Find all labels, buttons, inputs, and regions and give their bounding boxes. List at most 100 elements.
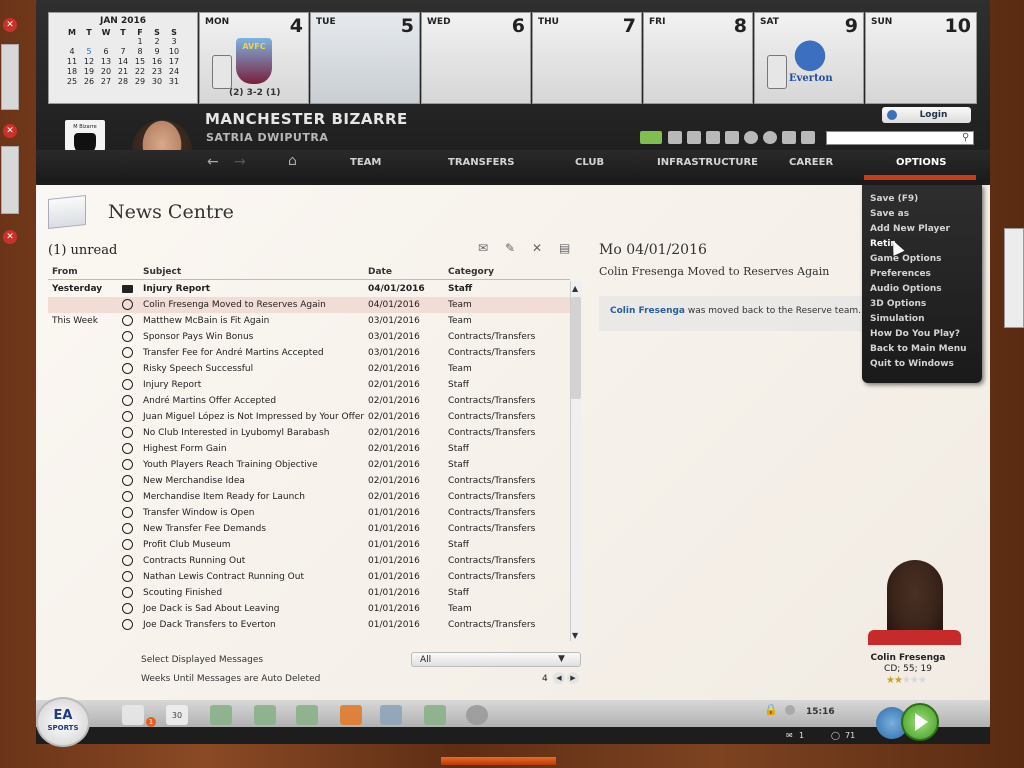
delete-message-icon[interactable]: ✕ xyxy=(532,241,548,255)
side-scrollbar[interactable] xyxy=(1,146,19,214)
calendar-day[interactable]: 29 xyxy=(132,77,149,87)
calendar-day[interactable]: 7 xyxy=(115,47,132,57)
home-icon[interactable]: ⌂ xyxy=(288,153,297,169)
table-row[interactable]: Nathan Lewis Contract Running Out 01/01/2… xyxy=(48,569,570,585)
hand-icon[interactable] xyxy=(782,131,796,144)
calendar-day[interactable] xyxy=(81,37,98,47)
calendar-grid[interactable]: M T W T F S S 1 2 3 4 5 6 7 8 9 10 11 12 13 14 15 16 17 1… xyxy=(64,28,183,87)
calendar-day[interactable]: 22 xyxy=(132,67,149,77)
settings-icon[interactable] xyxy=(785,705,795,715)
options-menu-item[interactable]: Add New Player xyxy=(870,224,950,234)
calendar-day[interactable]: 15 xyxy=(132,57,149,67)
back-arrow-icon[interactable]: ← xyxy=(207,154,219,170)
calendar-day[interactable]: 1 xyxy=(132,37,149,47)
options-menu-item[interactable]: Save as xyxy=(870,209,909,219)
training-icon[interactable] xyxy=(296,705,318,725)
day-cell-wed[interactable]: WED 6 xyxy=(421,12,531,104)
scroll-down-icon[interactable]: ▼ xyxy=(572,631,578,640)
globe-icon[interactable] xyxy=(763,131,777,144)
calendar-day[interactable]: 26 xyxy=(81,77,98,87)
calendar-day[interactable]: 6 xyxy=(98,47,115,57)
table-row[interactable]: Risky Speech Successful 02/01/2016 Team xyxy=(48,361,570,377)
player-name[interactable]: Colin Fresenga xyxy=(864,653,952,663)
calendar-day[interactable]: 14 xyxy=(115,57,132,67)
calendar-day[interactable]: 18 xyxy=(64,67,81,77)
calendar-day[interactable]: 28 xyxy=(115,77,132,87)
calendar-day[interactable]: 10 xyxy=(166,47,183,57)
refresh-icon[interactable] xyxy=(744,131,758,144)
options-menu-item[interactable]: Save (F9) xyxy=(870,194,918,204)
inbox-icon[interactable] xyxy=(122,705,144,725)
options-menu-item[interactable]: 3D Options xyxy=(870,299,926,309)
calendar-day[interactable] xyxy=(115,37,132,47)
message-filter-select[interactable]: All xyxy=(411,652,581,667)
calendar-weeks[interactable]: 1 2 3 4 5 6 7 8 9 10 11 12 13 14 15 16 17 18 19 20 21 22 23 24 2… xyxy=(64,37,183,87)
calendar-day[interactable] xyxy=(98,37,115,47)
table-row[interactable]: No Club Interested in Lyubomyl Barabash 0… xyxy=(48,425,570,441)
column-header-date[interactable]: Date xyxy=(368,267,392,277)
calendar-day[interactable]: 8 xyxy=(132,47,149,57)
table-row[interactable]: Transfer Window is Open 01/01/2016 Contrac… xyxy=(48,505,570,521)
table-row[interactable]: Joe Dack Transfers to Everton 01/01/2016 C… xyxy=(48,617,570,633)
search-input[interactable] xyxy=(826,131,974,145)
table-row[interactable]: Youth Players Reach Training Objective 02… xyxy=(48,457,570,473)
chevron-down-icon[interactable]: ▼ xyxy=(558,654,565,664)
clipboard-icon[interactable] xyxy=(801,131,815,144)
calendar-day[interactable]: 4 xyxy=(64,47,81,57)
calendar-day[interactable]: 11 xyxy=(64,57,81,67)
flag-icon[interactable] xyxy=(380,705,402,725)
day-cell-sat[interactable]: SAT 9 Everton xyxy=(754,12,864,104)
options-menu-item[interactable]: Quit to Windows xyxy=(870,359,954,369)
bar-chart-icon[interactable] xyxy=(706,131,720,144)
nav-infrastructure[interactable]: INFRASTRUCTURE xyxy=(657,157,758,168)
column-header-category[interactable]: Category xyxy=(448,267,494,277)
table-row[interactable]: Injury Report 02/01/2016 Staff xyxy=(48,377,570,393)
table-row[interactable]: Yesterday Injury Report 04/01/2016 Staff xyxy=(48,281,570,297)
table-row[interactable]: New Transfer Fee Demands 01/01/2016 Contra… xyxy=(48,521,570,537)
money-icon[interactable] xyxy=(210,705,232,725)
monitor-icon[interactable] xyxy=(687,131,701,144)
calendar-day[interactable]: 27 xyxy=(98,77,115,87)
scrollbar-thumb[interactable] xyxy=(571,297,581,399)
calendar-day[interactable]: 12 xyxy=(81,57,98,67)
calendar-day[interactable]: 20 xyxy=(98,67,115,77)
nav-team[interactable]: TEAM xyxy=(350,157,381,168)
nav-career[interactable]: CAREER xyxy=(789,157,833,168)
day-cell-fri[interactable]: FRI 8 xyxy=(643,12,753,104)
close-icon[interactable]: ✕ xyxy=(3,18,17,32)
options-menu-item[interactable]: Preferences xyxy=(870,269,931,279)
table-row[interactable]: Colin Fresenga Moved to Reserves Again 04… xyxy=(48,297,570,313)
calendar-day[interactable]: 31 xyxy=(166,77,183,87)
battery-icon[interactable] xyxy=(640,131,662,144)
calendar-day[interactable]: 19 xyxy=(81,67,98,77)
close-icon[interactable]: ✕ xyxy=(3,124,17,138)
magnifier-icon[interactable] xyxy=(466,705,488,725)
calendar-day[interactable] xyxy=(64,37,81,47)
table-row[interactable]: Joe Dack is Sad About Leaving 01/01/2016 T… xyxy=(48,601,570,617)
player-link[interactable]: Colin Fresenga xyxy=(610,306,685,316)
match-result[interactable]: (2) 3-2 (1) xyxy=(229,88,281,98)
cone-icon[interactable] xyxy=(340,705,362,725)
nav-club[interactable]: CLUB xyxy=(575,157,604,168)
table-row[interactable]: Merchandise Item Ready for Launch 02/01/2… xyxy=(48,489,570,505)
options-menu-item[interactable]: Back to Main Menu xyxy=(870,344,967,354)
table-row[interactable]: Scouting Finished 01/01/2016 Staff xyxy=(48,585,570,601)
trend-icon[interactable] xyxy=(424,705,446,725)
nav-options[interactable]: OPTIONS xyxy=(896,157,946,168)
calendar-day[interactable]: 13 xyxy=(98,57,115,67)
calendar-day[interactable]: 9 xyxy=(149,47,166,57)
options-menu-item[interactable]: Audio Options xyxy=(870,284,942,294)
day-cell-sun[interactable]: SUN 10 xyxy=(865,12,977,104)
calendar-day[interactable]: 23 xyxy=(149,67,166,77)
table-row[interactable]: Juan Miguel López is Not Impressed by Yo… xyxy=(48,409,570,425)
options-menu-item[interactable]: Game Options xyxy=(870,254,942,264)
search-icon[interactable]: ⚲ xyxy=(962,132,969,143)
calendar-day[interactable]: 25 xyxy=(64,77,81,87)
mini-calendar[interactable]: JAN 2016 M T W T F S S 1 2 3 4 5 6 7 8 9 10 11 12 13… xyxy=(48,12,198,104)
calendar-icon[interactable]: 30 xyxy=(166,705,188,725)
table-row[interactable]: Transfer Fee for André Martins Accepted 0… xyxy=(48,345,570,361)
side-scrollbar[interactable] xyxy=(1,44,19,110)
day-cell-mon[interactable]: MON 4 AVFC (2) 3-2 (1) xyxy=(199,12,309,104)
close-icon[interactable]: ✕ xyxy=(3,230,17,244)
forward-arrow-icon[interactable]: → xyxy=(234,154,246,170)
